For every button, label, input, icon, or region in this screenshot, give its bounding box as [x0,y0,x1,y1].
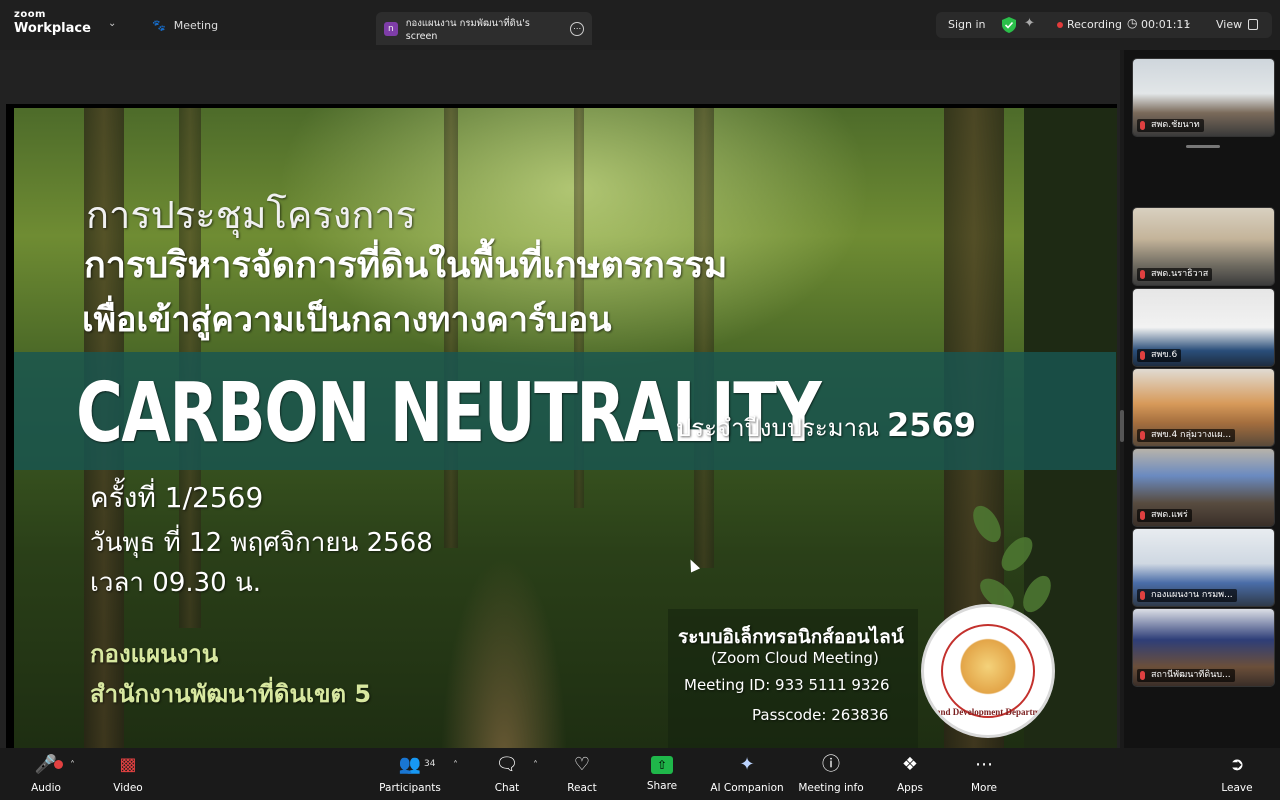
top-bar: zoom Workplace ⌄ 🐾 Meeting n กองแผนงาน ก… [0,0,1280,50]
participant-name: สพข.6 [1137,349,1182,362]
status-bar: Sign in ✦ Recording ◷ 00:01:11 ⌄ View [936,12,1272,38]
shared-screen-label: กองแผนงาน กรมพัฒนาที่ดิน's screen [405,17,530,42]
meeting-time: เวลา 09.30 น. [90,568,262,598]
drag-handle[interactable] [1186,145,1220,148]
audio-options-caret-icon[interactable]: ˄ [70,760,75,771]
meeting-toolbar: 🎤 Audio ˄ ▩ Video 👥 Participants 34 ˄ 🗨 … [0,748,1280,800]
organizer-1: กองแผนงาน [90,640,219,668]
sparkle-icon[interactable]: ✦ [1024,16,1035,31]
audio-label: Audio [31,782,61,794]
participant-tile[interactable]: สพด.ชัยนาท [1132,58,1275,137]
seal-text: Land Development Department [930,707,1052,717]
chat-icon: 🗨 [495,754,519,775]
chevron-down-icon[interactable]: ⌄ [108,18,116,29]
chat-label: Chat [494,782,520,794]
elapsed-time: 00:01:11 [1141,18,1191,31]
participant-name: กองแผนงาน กรมพ... [1137,589,1237,602]
view-layout-icon[interactable] [1248,19,1258,30]
recording-label[interactable]: Recording [1067,18,1122,31]
more-options-icon[interactable]: ⋯ [570,21,584,36]
participant-name: สพด.นราธิวาส [1137,268,1213,281]
participant-tile[interactable]: สพข.4 กลุ่มวางแผ... [1132,368,1275,447]
slide-line-2: การบริหารจัดการที่ดินในพื้นที่เกษตรกรรม [84,245,728,286]
participants-button[interactable]: 👥 Participants [370,754,450,794]
tab-meeting-label: Meeting [173,19,219,32]
sharer-avatar: n [384,21,398,36]
heart-icon: ♡ [573,754,591,775]
fiscal-label: ประจำปีงบประมาณ [676,414,880,442]
zoom-line-2: (Zoom Cloud Meeting) [711,649,879,667]
more-icon: ⋯ [975,754,993,775]
participant-tile[interactable]: สถานีพัฒนาที่ดินบ... [1132,608,1275,687]
view-button[interactable]: View [1216,18,1242,31]
more-button[interactable]: ⋯ More [944,754,1024,794]
land-development-seal: Land Development Department [921,604,1055,738]
fiscal-year: ประจำปีงบประมาณ 2569 [676,406,976,447]
video-label: Video [113,782,143,794]
tab-shared-screen[interactable]: n กองแผนงาน กรมพัฒนาที่ดิน's screen ⋯ [376,12,592,45]
ai-companion-label: AI Companion [710,782,784,794]
participants-icon: 👥 [398,754,422,775]
participant-tile[interactable]: สพด.แพร่ [1132,448,1275,527]
participants-count: 34 [424,759,436,769]
apps-button[interactable]: ❖ Apps [870,754,950,794]
brand-bottom: Workplace [14,21,91,36]
react-label: React [567,782,597,794]
recording-dot-icon [1057,22,1063,28]
sign-in-button[interactable]: Sign in [948,18,986,31]
shield-icon[interactable] [1002,17,1016,33]
apps-label: Apps [897,782,923,794]
participant-name: สพด.ชัยนาท [1137,119,1204,132]
chevron-down-icon[interactable]: ⌄ [1184,18,1192,28]
clock-icon: ◷ [1127,16,1138,30]
ai-companion-button[interactable]: ✦ AI Companion [702,754,792,794]
session-number: ครั้งที่ 1/2569 [90,481,264,514]
share-screen-icon: ⇧ [651,756,673,774]
participant-name: สพด.แพร่ [1137,509,1192,522]
fiscal-year-value: 2569 [886,406,977,444]
participant-tile[interactable]: กองแผนงาน กรมพ... [1132,528,1275,607]
share-button[interactable]: ⇧ Share [622,754,702,792]
passcode: Passcode: 263836 [752,706,889,724]
presentation-slide: การประชุมโครงการ การบริหารจัดการที่ดินใน… [6,104,1117,752]
participants-options-caret-icon[interactable]: ˄ [453,760,458,771]
leave-label: Leave [1221,782,1253,794]
zoom-logo[interactable]: zoom Workplace [14,9,91,36]
brand-top: zoom [14,9,46,20]
zoom-line-1: ระบบอิเล็กทรอนิกส์ออนไลน์ [678,626,904,648]
info-icon: ⓘ [822,754,840,775]
meeting-id: Meeting ID: 933 5111 9326 [684,676,890,694]
organizer-2: สำนักงานพัฒนาที่ดินเขต 5 [90,680,372,708]
react-button[interactable]: ♡ React [542,754,622,794]
meeting-date: วันพุธ ที่ 12 พฤศจิกายน 2568 [90,528,433,558]
share-label: Share [646,780,678,792]
slide-line-3: เพื่อเข้าสู่ความเป็นกลางทางคาร์บอน [82,300,612,340]
video-button[interactable]: ▩ Video [88,754,168,794]
meeting-info-button[interactable]: ⓘ Meeting info [791,754,871,794]
more-label: More [970,782,998,794]
meeting-info-label: Meeting info [798,782,864,794]
participant-tile[interactable]: สพข.6 [1132,288,1275,367]
sparkle-icon: ✦ [739,754,755,775]
video-off-icon: ▩ [119,754,137,775]
participants-label: Participants [379,782,441,794]
leave-icon: ➲ [1229,754,1245,775]
participant-name: สถานีพัฒนาที่ดินบ... [1137,669,1235,682]
participant-name: สพข.4 กลุ่มวางแผ... [1137,429,1236,442]
apps-icon: ❖ [901,754,919,775]
paw-icon: 🐾 [152,19,166,32]
participant-tile[interactable]: สพด.นราธิวาส [1132,207,1275,286]
mute-badge [54,760,63,769]
shared-screen-area: การประชุมโครงการ การบริหารจัดการที่ดินใน… [0,50,1120,752]
leave-button[interactable]: ➲ Leave [1197,754,1277,794]
tab-meeting[interactable]: 🐾 Meeting [152,19,218,32]
chat-options-caret-icon[interactable]: ˄ [533,760,538,771]
